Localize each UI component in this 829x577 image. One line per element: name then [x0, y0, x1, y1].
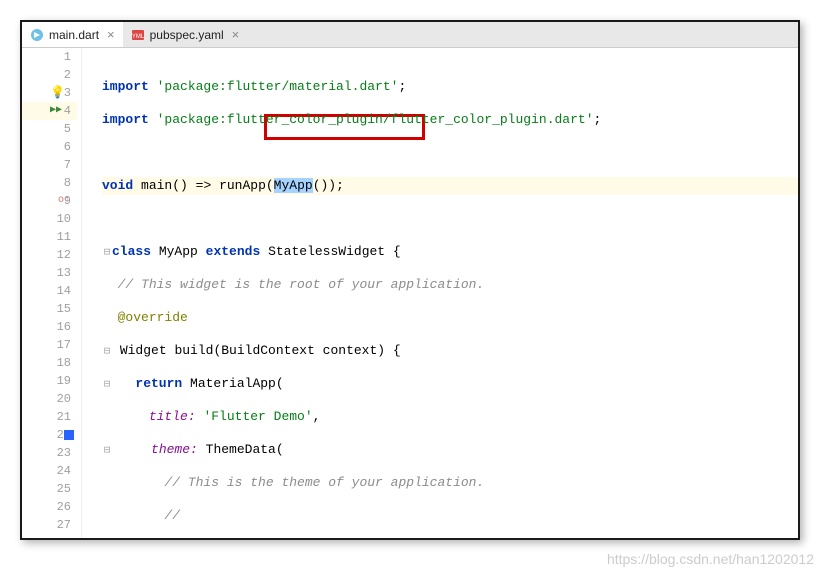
- fold-icon[interactable]: ⊟: [102, 442, 112, 460]
- dart-file-icon: [30, 28, 44, 42]
- watermark: https://blog.csdn.net/han1202012: [607, 551, 814, 567]
- line-number: 1: [64, 48, 71, 66]
- tab-label: main.dart: [49, 28, 99, 42]
- close-icon[interactable]: ×: [107, 27, 115, 42]
- line-number: 2: [64, 66, 71, 84]
- tab-pubspec-yaml[interactable]: YML pubspec.yaml ×: [123, 22, 248, 47]
- line-number: 14: [57, 282, 71, 300]
- line-number: 8: [64, 174, 71, 192]
- punct: ;: [398, 79, 406, 94]
- string: 'Flutter Demo': [203, 409, 312, 424]
- editor-body: 1 2 💡3 ▶▶4 5 6 7 8 o↑9 10 11 12 13 14 15…: [22, 48, 798, 538]
- lightbulb-icon[interactable]: 💡: [50, 84, 65, 102]
- fold-icon[interactable]: ⊟: [102, 343, 112, 361]
- line-number: 15: [57, 300, 71, 318]
- property: theme:: [151, 442, 198, 457]
- keyword: extends: [206, 244, 261, 259]
- keyword: import: [102, 79, 149, 94]
- line-number: 19: [57, 372, 71, 390]
- line-number: 23: [57, 444, 71, 462]
- line-number: 13: [57, 264, 71, 282]
- line-number: 27: [57, 516, 71, 534]
- gutter: 1 2 💡3 ▶▶4 5 6 7 8 o↑9 10 11 12 13 14 15…: [22, 48, 82, 538]
- line-number: 17: [57, 336, 71, 354]
- svg-text:YML: YML: [131, 34, 144, 40]
- type: Widget: [120, 343, 167, 358]
- function: main: [141, 178, 172, 193]
- call: runApp(: [219, 178, 274, 193]
- line-number: 12: [57, 246, 71, 264]
- tab-main-dart[interactable]: main.dart ×: [22, 22, 123, 47]
- code-area[interactable]: import 'package:flutter/material.dart'; …: [82, 48, 798, 538]
- close-icon[interactable]: ×: [232, 27, 240, 42]
- tab-label: pubspec.yaml: [150, 28, 224, 42]
- punct: ;: [594, 112, 602, 127]
- property: title:: [149, 409, 196, 424]
- punct: (: [276, 442, 284, 457]
- line-number: 7: [64, 156, 71, 174]
- punct: ,: [313, 409, 321, 424]
- annotation: @override: [118, 310, 188, 325]
- line-number: 6: [64, 138, 71, 156]
- punct: (: [276, 376, 284, 391]
- line-number: 5: [64, 120, 71, 138]
- keyword: import: [102, 112, 149, 127]
- fold-icon[interactable]: ⊟: [102, 376, 112, 394]
- line-number: 20: [57, 390, 71, 408]
- line-number: 26: [57, 498, 71, 516]
- string: 'package:flutter_color_plugin/flutter_co…: [157, 112, 594, 127]
- punct: () =>: [172, 178, 219, 193]
- class-ref: ThemeData: [206, 442, 276, 457]
- class-ref: MaterialApp: [190, 376, 276, 391]
- function: build: [174, 343, 213, 358]
- line-number: 10: [57, 210, 71, 228]
- punct: ());: [313, 178, 344, 193]
- color-swatch-icon[interactable]: [64, 430, 74, 440]
- line-number: 18: [57, 354, 71, 372]
- class-name: MyApp: [159, 244, 198, 259]
- line-number: 4: [64, 102, 71, 120]
- tab-bar: main.dart × YML pubspec.yaml ×: [22, 22, 798, 48]
- keyword: void: [102, 178, 133, 193]
- run-icon[interactable]: ▶▶: [50, 102, 62, 120]
- editor-frame: main.dart × YML pubspec.yaml × 1 2 💡3 ▶▶…: [20, 20, 800, 540]
- comment: // This is the theme of your application…: [164, 475, 484, 490]
- yaml-file-icon: YML: [131, 28, 145, 42]
- string: 'package:flutter/material.dart': [157, 79, 399, 94]
- fold-icon[interactable]: ⊟: [102, 244, 112, 262]
- punct: (BuildContext context) {: [213, 343, 400, 358]
- comment: //: [164, 508, 180, 523]
- override-icon[interactable]: o↑: [58, 192, 70, 210]
- text: StatelessWidget {: [268, 244, 401, 259]
- keyword: class: [112, 244, 151, 259]
- line-number: 21: [57, 408, 71, 426]
- line-number: 11: [57, 228, 71, 246]
- line-number: 24: [57, 462, 71, 480]
- line-number: 16: [57, 318, 71, 336]
- comment: // This widget is the root of your appli…: [118, 277, 485, 292]
- selected-text: MyApp: [274, 178, 313, 193]
- keyword: return: [135, 376, 182, 391]
- line-number: 25: [57, 480, 71, 498]
